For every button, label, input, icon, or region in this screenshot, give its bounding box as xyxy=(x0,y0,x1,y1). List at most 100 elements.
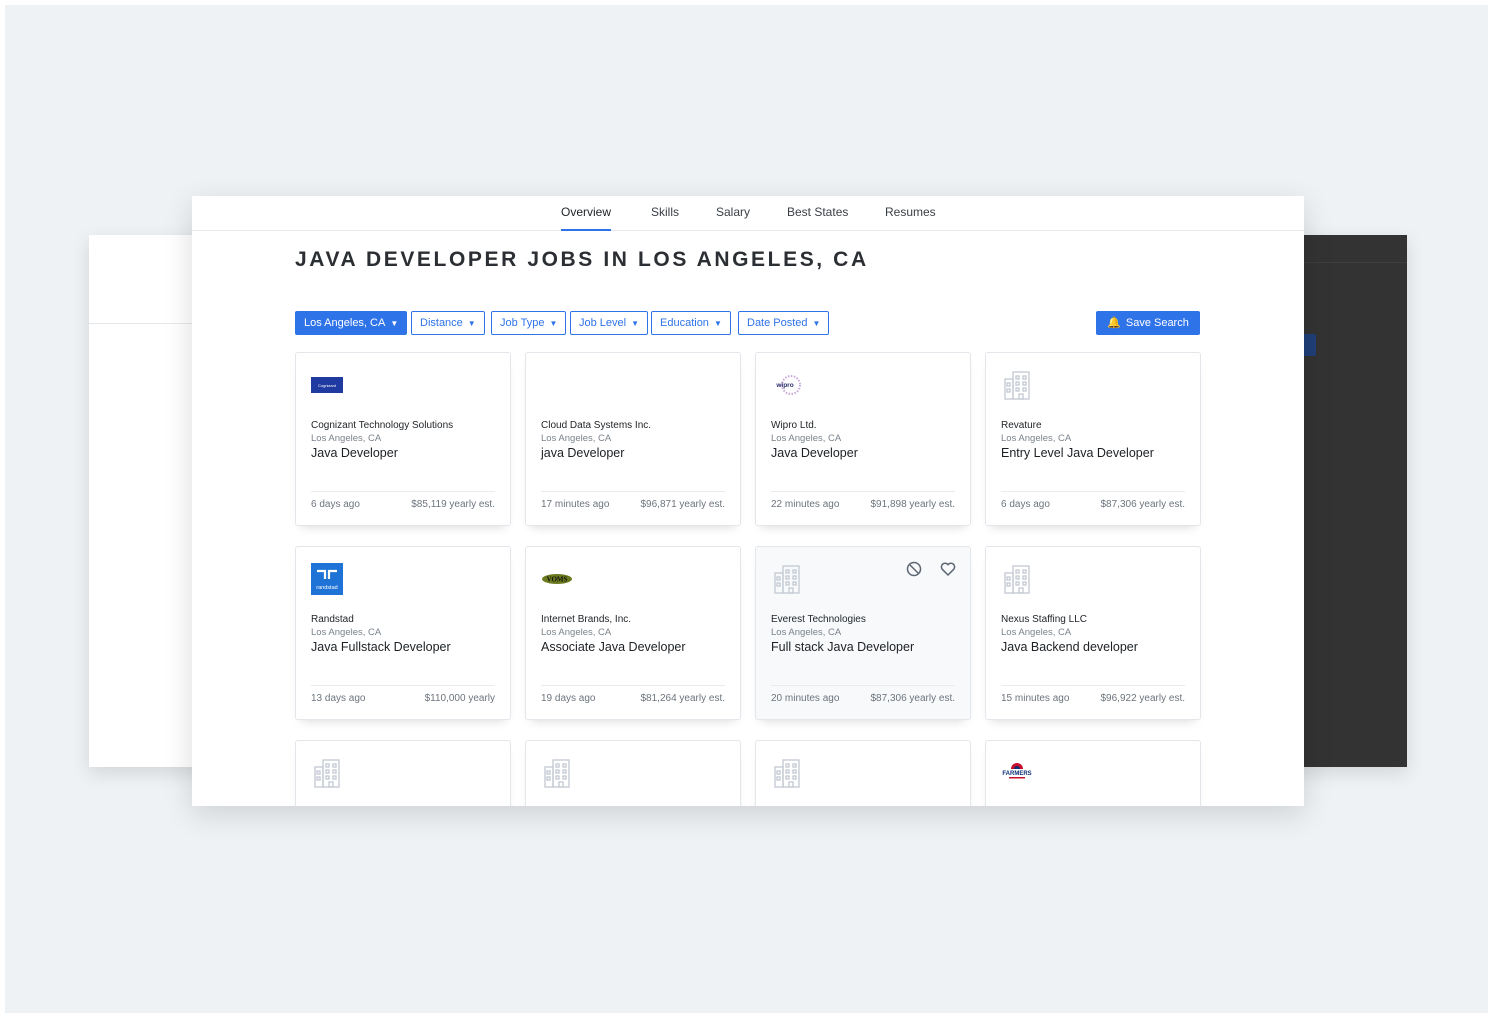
filter-job-type[interactable]: Job Type ▼ xyxy=(491,311,567,335)
job-card[interactable] xyxy=(755,740,971,806)
job-title[interactable]: Java Fullstack Developer xyxy=(311,640,451,654)
tab-salary[interactable]: Salary xyxy=(716,205,750,231)
company-name: Cloud Data Systems Inc. xyxy=(541,420,652,431)
job-title[interactable]: Java Developer xyxy=(311,446,398,460)
tab-best-states[interactable]: Best States xyxy=(787,205,848,231)
job-card[interactable]: Revature Los Angeles, CA Entry Level Jav… xyxy=(985,352,1201,526)
salary-estimate: $96,922 yearly est. xyxy=(1100,693,1186,704)
building-icon xyxy=(1001,369,1033,401)
filter-job-level[interactable]: Job Level ▼ xyxy=(570,311,649,335)
job-location: Los Angeles, CA xyxy=(1001,627,1072,638)
company-name: Everest Technologies xyxy=(771,614,866,625)
tab-resumes[interactable]: Resumes xyxy=(885,205,936,231)
logo-text: VOMS xyxy=(547,576,568,584)
job-title[interactable]: Java Developer xyxy=(771,446,858,460)
company-logo: VOMS xyxy=(541,563,573,595)
building-icon xyxy=(771,757,803,789)
company-name: Nexus Staffing LLC xyxy=(1001,614,1087,625)
filter-label: Job Level xyxy=(579,317,627,329)
posted-time: 15 minutes ago xyxy=(1001,693,1070,704)
salary-estimate: $96,871 yearly est. xyxy=(640,499,726,510)
heart-icon[interactable] xyxy=(939,561,957,580)
chevron-down-icon: ▼ xyxy=(631,319,640,328)
job-location: Los Angeles, CA xyxy=(311,627,382,638)
background-page-right xyxy=(1290,235,1407,767)
job-card[interactable]: Nexus Staffing LLC Los Angeles, CA Java … xyxy=(985,546,1201,720)
posted-time: 19 days ago xyxy=(541,693,596,704)
logo-text: FARMERS xyxy=(1002,771,1031,777)
logo-text: Cognizant xyxy=(318,383,337,388)
chevron-down-icon: ▼ xyxy=(812,319,821,328)
filter-label: Education xyxy=(660,317,709,329)
divider xyxy=(311,685,495,686)
building-icon xyxy=(1001,563,1033,595)
building-icon xyxy=(541,757,573,789)
company-name: Randstad xyxy=(311,614,354,625)
job-card[interactable] xyxy=(525,740,741,806)
job-card[interactable]: Everest Technologies Los Angeles, CA Ful… xyxy=(755,546,971,720)
divider xyxy=(771,491,955,492)
salary-estimate: $85,119 yearly est. xyxy=(411,499,495,510)
job-location: Los Angeles, CA xyxy=(1001,433,1072,444)
job-title[interactable]: Full stack Java Developer xyxy=(771,640,914,654)
job-title[interactable]: Associate Java Developer xyxy=(541,640,686,654)
job-location: Los Angeles, CA xyxy=(771,433,842,444)
divider xyxy=(89,323,209,324)
chevron-down-icon: ▼ xyxy=(713,319,722,328)
salary-estimate: $91,898 yearly est. xyxy=(870,499,956,510)
filter-label: Los Angeles, CA xyxy=(304,317,386,329)
job-location: Los Angeles, CA xyxy=(541,627,612,638)
bell-icon: 🔔 xyxy=(1107,317,1121,329)
company-logo: FARMERS xyxy=(1001,757,1033,789)
filter-label: Distance xyxy=(420,317,463,329)
filter-education[interactable]: Education ▼ xyxy=(651,311,731,335)
building-icon xyxy=(311,757,343,789)
chevron-down-icon: ▼ xyxy=(467,319,476,328)
posted-time: 20 minutes ago xyxy=(771,693,840,704)
save-search-button[interactable]: 🔔 Save Search xyxy=(1096,311,1200,335)
block-icon[interactable] xyxy=(905,561,923,580)
company-name: Cognizant Technology Solutions xyxy=(311,420,454,431)
job-title[interactable]: java Developer xyxy=(541,446,624,460)
posted-time: 6 days ago xyxy=(1001,499,1050,510)
posted-time: 17 minutes ago xyxy=(541,499,610,510)
job-card[interactable]: Cognizant Cognizant Technology Solutions… xyxy=(295,352,511,526)
filter-date-posted[interactable]: Date Posted ▼ xyxy=(738,311,830,335)
posted-time: 22 minutes ago xyxy=(771,499,840,510)
divider xyxy=(541,491,725,492)
job-card[interactable]: wipro Wipro Ltd. Los Angeles, CA Java De… xyxy=(755,352,971,526)
filter-label: Job Type xyxy=(500,317,545,329)
job-card[interactable]: VOMS Internet Brands, Inc. Los Angeles, … xyxy=(525,546,741,720)
section-nav: Overview Skills Salary Best States Resum… xyxy=(192,196,1304,231)
save-search-label: Save Search xyxy=(1125,317,1189,329)
divider xyxy=(541,685,725,686)
salary-estimate: $110,000 yearly xyxy=(424,693,495,704)
divider xyxy=(771,685,955,686)
chevron-down-icon: ▼ xyxy=(390,319,399,328)
job-location: Los Angeles, CA xyxy=(311,433,382,444)
posted-time: 6 days ago xyxy=(311,499,360,510)
job-title[interactable]: Entry Level Java Developer xyxy=(1001,446,1154,460)
job-card[interactable]: FARMERS xyxy=(985,740,1201,806)
job-card[interactable] xyxy=(295,740,511,806)
posted-time: 13 days ago xyxy=(311,693,366,704)
building-icon xyxy=(771,563,803,595)
company-logo: wipro xyxy=(771,369,803,401)
job-location: Los Angeles, CA xyxy=(771,627,842,638)
salary-estimate: $87,306 yearly est. xyxy=(1100,499,1186,510)
tab-skills[interactable]: Skills xyxy=(651,205,679,231)
page-title: JAVA DEVELOPER JOBS IN LOS ANGELES, CA xyxy=(295,248,869,271)
job-card[interactable]: randstad Randstad Los Angeles, CA Java F… xyxy=(295,546,511,720)
divider xyxy=(311,491,495,492)
filter-distance[interactable]: Distance ▼ xyxy=(411,311,485,335)
filter-label: Date Posted xyxy=(747,317,808,329)
job-card[interactable]: Cloud Data Systems Inc. Los Angeles, CA … xyxy=(525,352,741,526)
job-title[interactable]: Java Backend developer xyxy=(1001,640,1138,654)
company-logo: randstad xyxy=(311,563,343,595)
company-name: Revature xyxy=(1001,420,1042,431)
background-page-left xyxy=(89,235,209,767)
salary-estimate: $81,264 yearly est. xyxy=(640,693,726,704)
filter-location[interactable]: Los Angeles, CA ▼ xyxy=(295,311,408,335)
company-logo: Cognizant xyxy=(311,369,343,401)
tab-overview[interactable]: Overview xyxy=(561,205,612,231)
